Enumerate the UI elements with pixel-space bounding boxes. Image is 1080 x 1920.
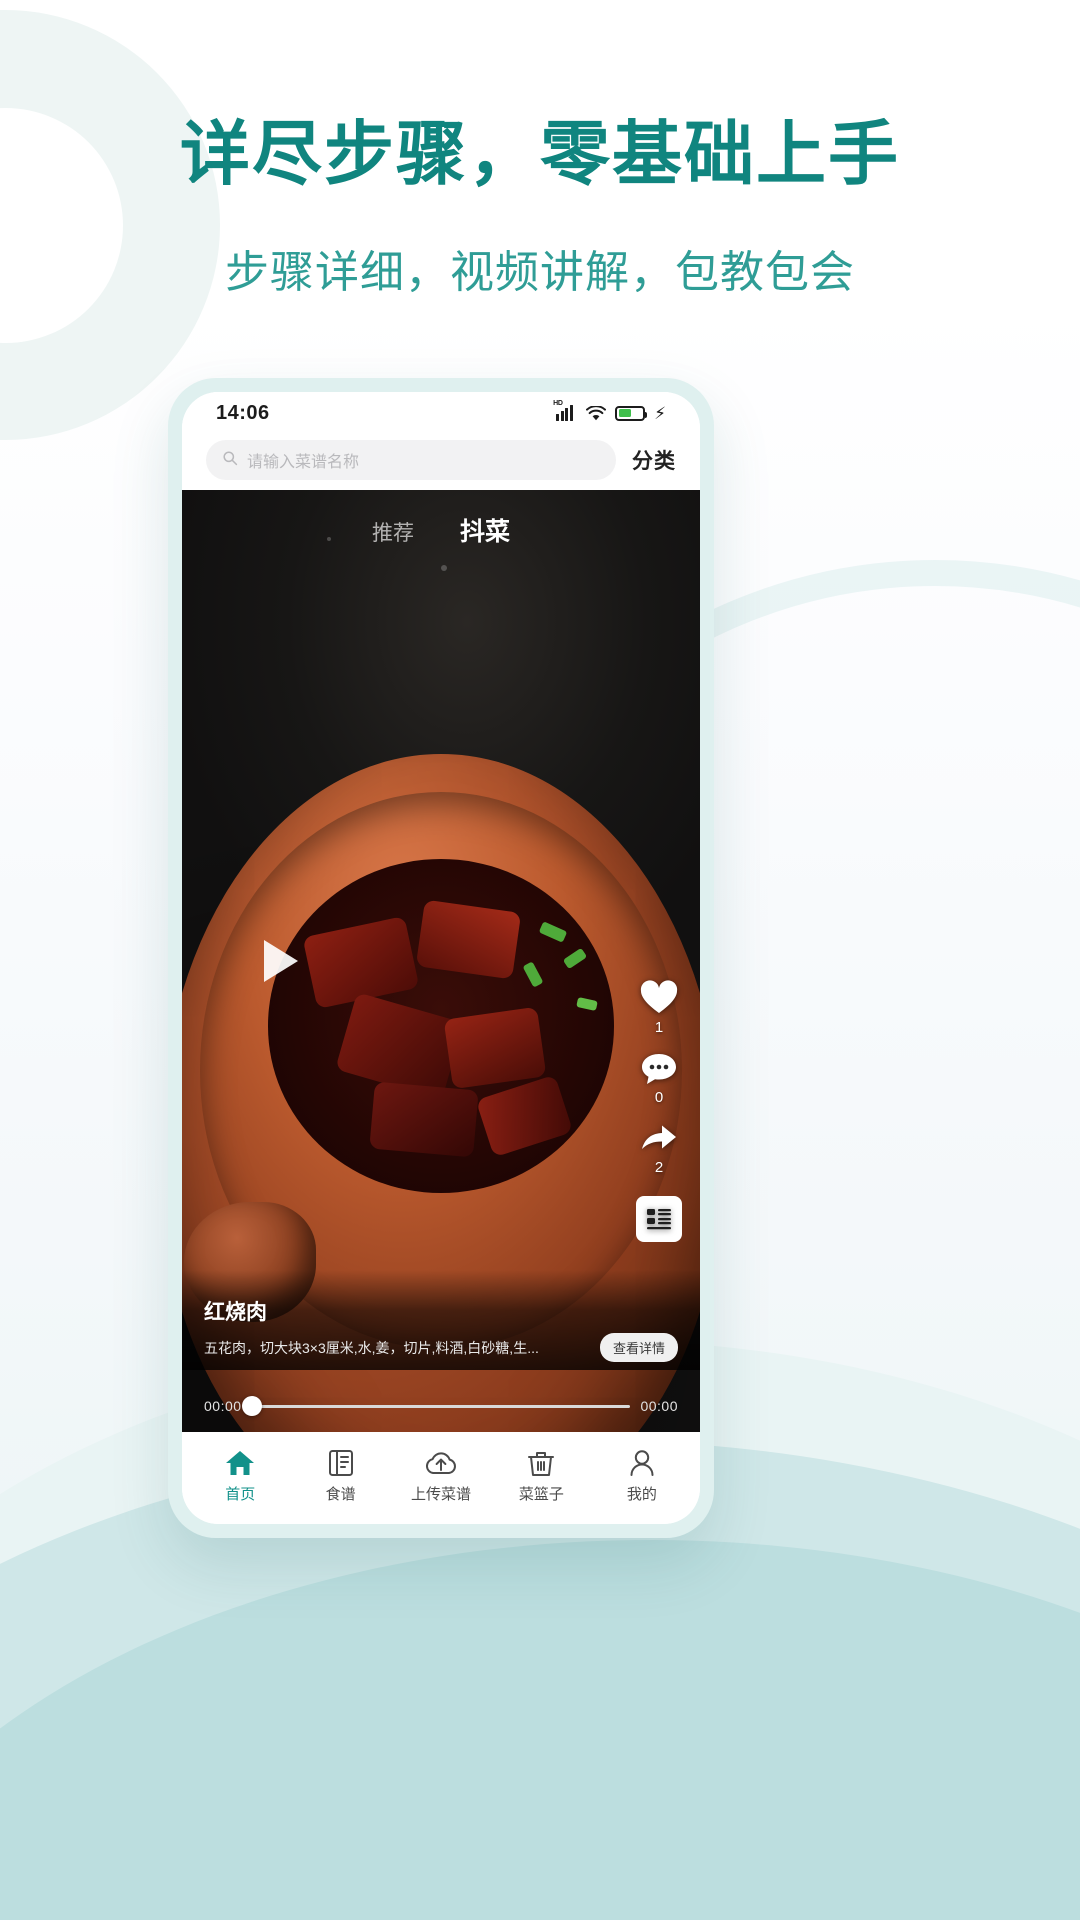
person-icon [629,1449,655,1477]
search-row: 请输入菜谱名称 分类 [182,434,700,490]
search-input[interactable]: 请输入菜谱名称 [206,440,616,480]
share-action[interactable]: 2 [639,1122,679,1176]
home-icon [225,1449,255,1477]
status-time: 14:06 [216,401,270,424]
sidebar-item-upload[interactable]: 上传菜谱 [391,1449,491,1504]
video-info: 红烧肉 五花肉，切大块3×3厘米,水,姜，切片,料酒,白砂糖,生... 查看详情 [182,1270,700,1370]
hd-label: HD [553,399,563,407]
braised-pork-contents [267,859,615,1193]
promo-headings: 详尽步骤，零基础上手 步骤详细，视频讲解，包教包会 [0,0,1080,300]
page-subtitle: 步骤详细，视频讲解，包教包会 [225,248,855,297]
basket-icon [527,1449,555,1477]
view-detail-button[interactable]: 查看详情 [599,1333,678,1362]
comment-action[interactable]: 0 [640,1052,678,1106]
tab-recommended[interactable]: 推荐 [372,517,414,547]
cloud-upload-icon [424,1449,458,1477]
video-player[interactable]: 推荐 抖菜 1 0 2 红烧肉 五花肉，切大块3×3厘米,水,姜，切片,料酒,白… [182,490,700,1432]
recipe-title: 红烧肉 [204,1301,267,1324]
scallion-garnish [538,921,568,943]
meat-piece [475,1074,573,1158]
phone-screen: 14:06 HD ⚡ 请输入菜谱名称 分类 推荐 抖菜 1 0 2 红烧肉 五花… [182,392,700,1524]
recipe-description-row: 五花肉，切大块3×3厘米,水,姜，切片,料酒,白砂糖,生... 查看详情 [204,1333,678,1362]
search-placeholder: 请输入菜谱名称 [247,454,360,471]
sidebar-item-basket[interactable]: 菜篮子 [491,1449,591,1504]
scallion-garnish [576,997,598,1012]
scallion-garnish [522,961,544,988]
wifi-icon [586,405,607,421]
sidebar-item-home[interactable]: 首页 [190,1449,290,1504]
play-triangle-icon[interactable] [264,940,298,982]
bottom-tab-bar: 首页 食谱 上传菜谱 菜篮子 我的 [182,1432,700,1524]
comment-count: 0 [654,1088,664,1106]
category-button[interactable]: 分类 [632,445,676,475]
meat-piece [443,1006,546,1089]
signal-bars-icon: HD [553,400,577,421]
heart-icon [639,980,679,1016]
sidebar-item-profile[interactable]: 我的 [592,1449,692,1504]
recipe-description: 五花肉，切大块3×3厘米,水,姜，切片,料酒,白砂糖,生... [204,1339,539,1356]
tab-label-upload: 上传菜谱 [411,1485,472,1503]
page-title: 详尽步骤，零基础上手 [180,115,900,193]
comment-bubble-icon [640,1052,678,1086]
video-tabs: 推荐 抖菜 [182,512,700,548]
tab-label-profile: 我的 [626,1485,657,1503]
progress-track[interactable] [241,1396,631,1416]
battery-icon [615,405,648,421]
tab-label-recipes: 食谱 [325,1485,356,1503]
tab-douchai[interactable]: 抖菜 [460,512,510,548]
book-icon [328,1449,354,1477]
status-bar: 14:06 HD ⚡ [182,392,700,434]
sidebar-item-recipes[interactable]: 食谱 [290,1449,390,1504]
charging-bolt-icon: ⚡ [654,403,666,423]
playlist-icon[interactable] [636,1195,682,1242]
like-action[interactable]: 1 [639,980,679,1036]
current-time: 00:00 [204,1398,242,1414]
status-icons: HD ⚡ [553,400,666,423]
video-speck [441,565,447,572]
share-arrow-icon [639,1122,679,1156]
action-rail: 1 0 2 [636,980,682,1242]
meat-piece [416,899,522,979]
progress-thumb[interactable] [241,1396,262,1416]
tab-label-basket: 菜篮子 [518,1485,564,1503]
search-icon [222,450,238,471]
phone-mockup: 14:06 HD ⚡ 请输入菜谱名称 分类 推荐 抖菜 1 0 2 红烧肉 五花… [168,378,714,1538]
meat-piece [368,1081,479,1158]
total-time: 00:00 [640,1398,678,1414]
video-progress-bar[interactable]: 00:00 00:00 [182,1396,700,1416]
share-count: 2 [654,1158,664,1176]
tab-label-home: 首页 [225,1485,256,1503]
like-count: 1 [654,1018,664,1036]
scallion-garnish [563,947,588,969]
